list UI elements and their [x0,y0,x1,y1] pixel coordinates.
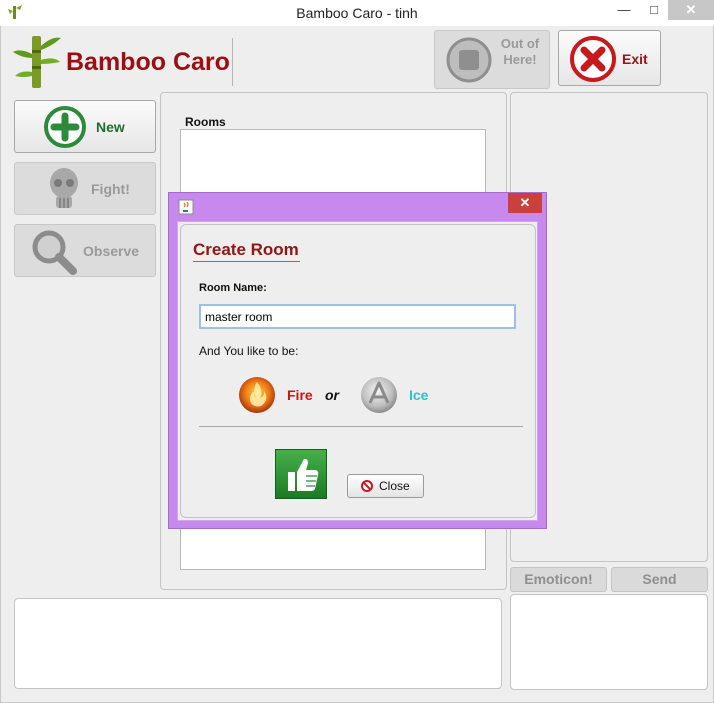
info-panel [14,598,502,689]
confirm-create-button[interactable] [275,449,327,499]
plus-circle-icon [44,106,86,148]
out-of-here-button[interactable]: Out of Here! [434,30,550,89]
logo-text: Bamboo Caro [66,48,230,76]
window-title: Bamboo Caro - tinh [296,5,418,21]
dialog-close-button[interactable]: Close [347,474,424,498]
skull-icon [50,168,78,208]
observe-button[interactable]: Observe [14,224,156,277]
dialog-title-underline [193,261,300,262]
or-label: or [325,387,339,403]
room-name-label: Room Name: [199,282,267,294]
minimize-button[interactable]: — [611,0,637,20]
out-of-here-label: Out of Here! [500,36,540,67]
rooms-label: Rooms [185,115,226,129]
new-room-label: New [96,119,125,135]
exit-label: Exit [622,51,648,67]
fire-label[interactable]: Fire [287,387,313,403]
fight-button[interactable]: Fight! [14,162,156,215]
window-close-button[interactable]: ✕ [668,0,714,20]
fire-icon[interactable] [237,374,277,414]
thumbs-up-icon [288,458,319,491]
ice-label[interactable]: Ice [409,387,428,403]
exit-button[interactable]: Exit [558,30,661,86]
dialog-close-x-button[interactable]: ✕ [508,193,542,213]
dialog-close-label: Close [379,479,410,493]
room-name-input[interactable] [199,304,516,329]
no-entry-icon [361,480,373,492]
maximize-button[interactable]: □ [641,0,667,20]
logo-divider [232,38,233,86]
side-choice-label: And You like to be: [199,344,299,358]
fight-label: Fight! [91,181,130,197]
send-button[interactable]: Send [611,567,708,592]
observe-label: Observe [83,243,140,259]
stop-icon [446,37,492,83]
bamboo-icon [13,36,61,88]
x-circle-icon [570,36,616,82]
new-room-button[interactable]: New [14,100,156,153]
dialog-separator [199,426,523,427]
java-cup-icon [178,199,194,215]
ice-icon[interactable] [358,373,400,415]
magnifier-icon [32,230,77,275]
emoticon-button[interactable]: Emoticon! [510,567,607,592]
dialog-title: Create Room [193,240,299,259]
chat-input[interactable] [510,594,708,690]
